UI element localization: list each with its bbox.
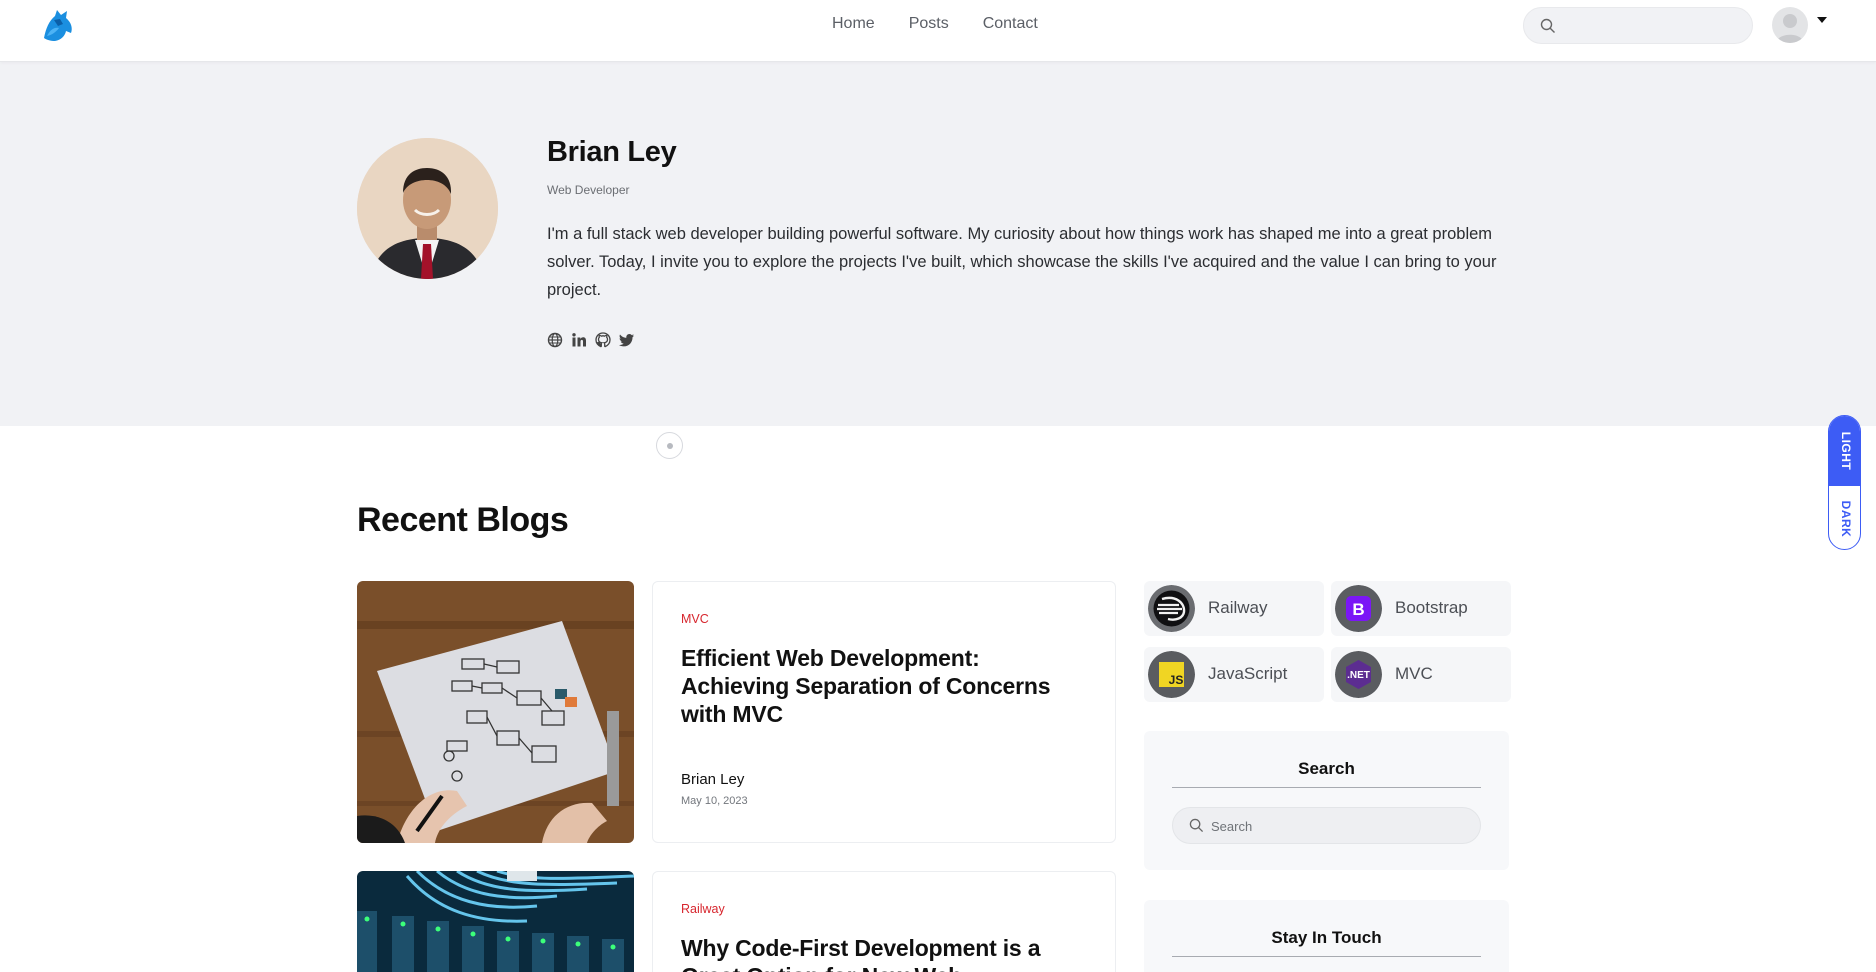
twitter-icon[interactable] bbox=[619, 332, 635, 348]
tag-bootstrap[interactable]: B Bootstrap bbox=[1331, 581, 1511, 636]
theme-toggle: LIGHT DARK bbox=[1828, 415, 1861, 550]
post-thumbnail[interactable] bbox=[357, 581, 634, 843]
dotnet-icon: .NET bbox=[1335, 651, 1382, 698]
light-mode-button[interactable]: LIGHT bbox=[1829, 416, 1860, 486]
sidebar-search bbox=[1172, 807, 1481, 844]
wolf-logo-icon[interactable] bbox=[40, 8, 76, 44]
post-thumbnail[interactable] bbox=[357, 871, 634, 972]
light-label: LIGHT bbox=[1838, 431, 1853, 471]
javascript-icon: JS bbox=[1148, 651, 1195, 698]
search-icon bbox=[1189, 818, 1204, 838]
github-icon[interactable] bbox=[595, 332, 611, 348]
nav-home[interactable]: Home bbox=[832, 15, 875, 33]
post-author: Brian Ley bbox=[681, 771, 745, 788]
globe-icon[interactable] bbox=[547, 332, 563, 348]
profile-bio: I'm a full stack web developer building … bbox=[547, 225, 1497, 299]
profile-name: Brian Ley bbox=[547, 136, 677, 168]
section-title: Recent Blogs bbox=[357, 501, 569, 539]
avatar bbox=[1772, 7, 1808, 43]
post-title[interactable]: Efficient Web Development: Achieving Sep… bbox=[681, 644, 1091, 728]
search-widget: Search bbox=[1144, 731, 1509, 870]
sidebar-search-input[interactable] bbox=[1211, 813, 1471, 839]
top-navbar: Home Posts Contact bbox=[0, 0, 1876, 62]
tag-railway[interactable]: Railway bbox=[1144, 581, 1324, 636]
bootstrap-icon: B bbox=[1335, 585, 1382, 632]
main-nav: Home Posts Contact bbox=[832, 15, 1038, 33]
post-category[interactable]: Railway bbox=[681, 902, 725, 916]
post-card[interactable]: Railway Why Code-First Development is a … bbox=[652, 871, 1116, 972]
profile-role: Web Developer bbox=[547, 183, 630, 197]
stay-in-touch-widget: Stay In Touch bbox=[1144, 900, 1509, 972]
nav-contact[interactable]: Contact bbox=[983, 15, 1038, 33]
search-icon bbox=[1540, 18, 1556, 39]
widget-title: Search bbox=[1172, 759, 1481, 788]
tag-mvc[interactable]: .NET MVC bbox=[1331, 647, 1511, 702]
carousel-indicator[interactable] bbox=[656, 432, 683, 459]
header-search bbox=[1523, 7, 1753, 44]
widget-title: Stay In Touch bbox=[1172, 928, 1481, 957]
tag-label: Railway bbox=[1208, 598, 1268, 617]
post-category[interactable]: MVC bbox=[681, 612, 709, 626]
user-menu[interactable] bbox=[1772, 7, 1832, 47]
post-title[interactable]: Why Code-First Development is a Great Op… bbox=[681, 934, 1091, 972]
linkedin-icon[interactable] bbox=[571, 332, 587, 348]
svg-text:.NET: .NET bbox=[1347, 670, 1370, 681]
tag-javascript[interactable]: JS JavaScript bbox=[1144, 647, 1324, 702]
social-links bbox=[547, 332, 635, 348]
tag-label: MVC bbox=[1395, 664, 1433, 683]
svg-text:B: B bbox=[1352, 600, 1364, 619]
dark-label: DARK bbox=[1838, 500, 1853, 537]
tag-label: Bootstrap bbox=[1395, 598, 1468, 617]
svg-text:JS: JS bbox=[1169, 673, 1184, 687]
chevron-down-icon bbox=[1817, 17, 1827, 23]
railway-icon bbox=[1148, 585, 1195, 632]
header-search-input[interactable] bbox=[1566, 12, 1746, 40]
profile-hero: Brian Ley Web Developer I'm a full stack… bbox=[0, 62, 1876, 426]
dark-mode-button[interactable]: DARK bbox=[1829, 486, 1860, 549]
profile-photo bbox=[357, 138, 498, 279]
nav-posts[interactable]: Posts bbox=[909, 15, 949, 33]
tag-label: JavaScript bbox=[1208, 664, 1288, 683]
post-date: May 10, 2023 bbox=[681, 795, 748, 807]
post-card[interactable]: MVC Efficient Web Development: Achieving… bbox=[652, 581, 1116, 843]
